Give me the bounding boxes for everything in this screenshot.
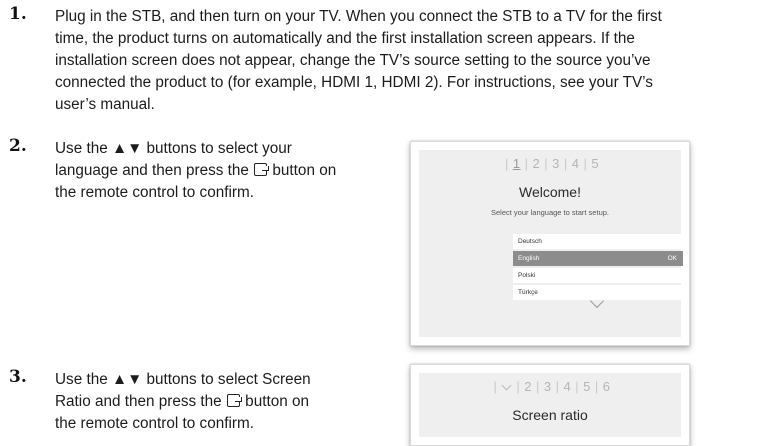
progress-step: 1 xyxy=(512,156,521,171)
progress-step: 3 xyxy=(552,156,560,171)
language-option-deutsch[interactable]: Deutsch xyxy=(513,234,683,249)
ok-label: OK xyxy=(667,255,677,262)
language-label: English xyxy=(518,255,540,262)
language-option-polski[interactable]: Polski xyxy=(513,268,683,283)
screen-title: Screen ratio xyxy=(512,407,588,423)
step-1-line: Plug in the STB, and then turn on your T… xyxy=(55,8,662,25)
step-2-line: Use the ▲▼ buttons to select your xyxy=(55,138,336,160)
setup-progress-steps: | 1 | 2 | 3 | 4 | 5 xyxy=(504,156,600,171)
tv-screen-welcome: | 1 | 2 | 3 | 4 | 5 Welcome! Select your language… xyxy=(410,141,690,346)
progress-back-chevron-icon xyxy=(501,380,512,391)
step-3-number: 3. xyxy=(9,367,27,387)
language-label: Polski xyxy=(518,272,536,279)
text: buttons to select your xyxy=(142,140,292,157)
step-3-line: Use the ▲▼ buttons to select Screen xyxy=(55,369,311,391)
progress-step: 6 xyxy=(602,379,611,394)
progress-step: 2 xyxy=(532,156,541,171)
language-option-english[interactable]: English OK xyxy=(513,251,683,266)
step-2-line: language and then press the button on xyxy=(55,160,336,182)
language-label: Türkçe xyxy=(518,289,538,296)
progress-step: 5 xyxy=(591,156,600,171)
step-3-text: Use the ▲▼ buttons to select Screen Rati… xyxy=(55,369,311,435)
screen-title: Welcome! xyxy=(519,184,581,200)
enter-button-icon xyxy=(226,394,242,407)
up-down-arrows-icon: ▲▼ xyxy=(111,140,143,157)
text: buttons to select Screen xyxy=(142,371,311,388)
text: Use the xyxy=(55,371,112,388)
step-3-line: the remote control to confirm. xyxy=(55,415,254,432)
text: Ratio and then press the xyxy=(55,393,226,410)
language-label: Deutsch xyxy=(518,238,542,245)
progress-step: 5 xyxy=(583,379,591,394)
text: language and then press the xyxy=(55,162,254,179)
step-2-text: Use the ▲▼ buttons to select your langua… xyxy=(55,138,336,204)
step-1-line: installation screen does not appear, cha… xyxy=(55,52,651,69)
step-2-number: 2. xyxy=(9,136,27,156)
progress-step: 4 xyxy=(571,156,580,171)
enter-button-icon xyxy=(254,163,270,176)
step-1-text: Plug in the STB, and then turn on your T… xyxy=(55,6,662,116)
text: Use the xyxy=(55,140,112,157)
up-down-arrows-icon: ▲▼ xyxy=(111,371,143,388)
screen-background: | 1 | 2 | 3 | 4 | 5 Welcome! Select your language… xyxy=(419,150,683,337)
setup-progress-steps: | | 2 | 3 | 4 | 5 | 6 xyxy=(493,379,611,394)
step-2-line: the remote control to confirm. xyxy=(55,184,254,201)
step-1-line: time, the product turns on automatically… xyxy=(55,30,635,47)
screen-subtitle: Select your language to start setup. xyxy=(491,208,609,217)
text: button on xyxy=(268,162,337,179)
screen-background: | | 2 | 3 | 4 | 5 | 6 Screen ratio xyxy=(419,373,681,437)
step-1-number: 1. xyxy=(9,4,27,24)
text: button on xyxy=(240,393,309,410)
progress-step: 3 xyxy=(543,379,552,394)
progress-step: 4 xyxy=(563,379,572,394)
progress-step: 2 xyxy=(524,379,532,394)
step-3-line: Ratio and then press the button on xyxy=(55,391,311,413)
step-1-line: user’s manual. xyxy=(55,96,155,113)
tv-screen-ratio: | | 2 | 3 | 4 | 5 | 6 Screen ratio xyxy=(410,364,690,446)
step-1-line: connected the product to (for example, H… xyxy=(55,74,653,91)
